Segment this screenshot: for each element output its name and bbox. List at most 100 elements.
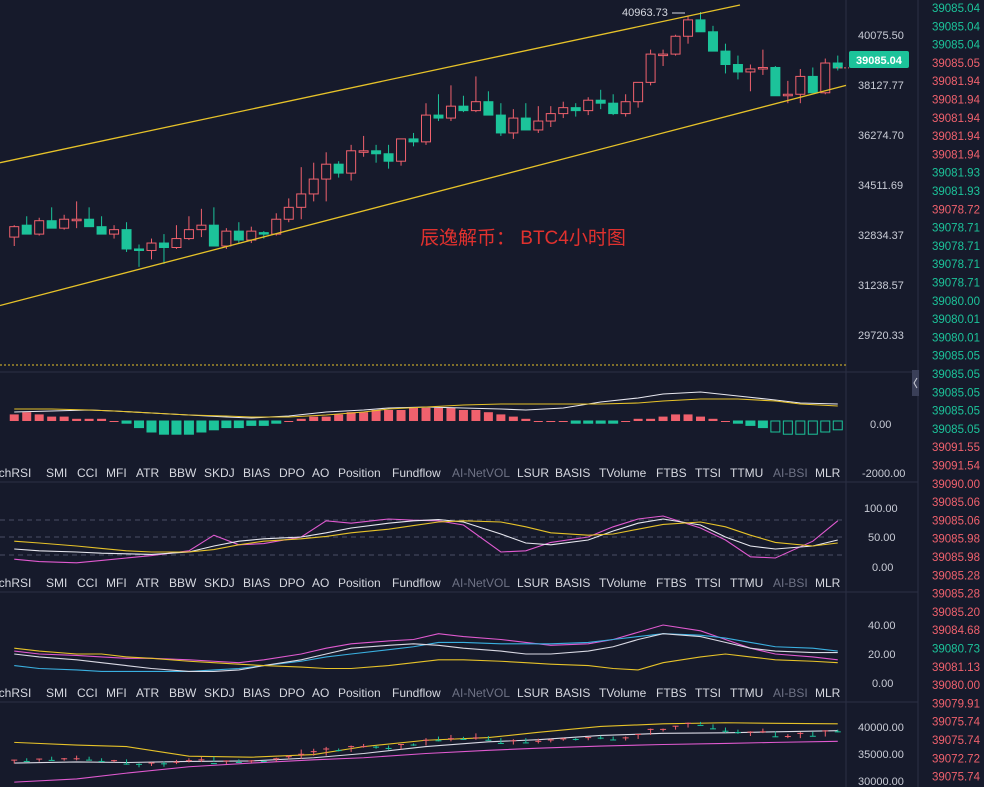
histogram-bar xyxy=(646,418,656,421)
indicator-tab-position[interactable]: Position xyxy=(338,686,381,700)
price-axis-label: 38127.77 xyxy=(858,80,904,92)
ticker-price: 39081.94 xyxy=(932,113,981,125)
indicator-tab-position[interactable]: Position xyxy=(338,576,381,590)
indicator-tabs-row[interactable]: ochRSI SMI CCI MFI ATR BBW SKDJ BIAS DPO AO Positi… xyxy=(0,686,841,700)
candle-body xyxy=(458,105,469,112)
indicator-tab-ai-bsi[interactable]: AI-BSI xyxy=(773,686,808,700)
indicator-tab-tvolume[interactable]: TVolume xyxy=(599,466,647,480)
indicator-tab-ttmu[interactable]: TTMU xyxy=(730,466,763,480)
indicator-tab-ai-netvol[interactable]: AI-NetVOL xyxy=(452,576,510,590)
panel2-axis-label: 100.00 xyxy=(864,503,898,515)
indicator-tab-ochrsi[interactable]: ochRSI xyxy=(0,466,31,480)
candle-body xyxy=(545,113,556,122)
indicator-tab-atr[interactable]: ATR xyxy=(136,576,159,590)
indicator-tab-fundflow[interactable]: Fundflow xyxy=(392,576,441,590)
indicator-tab-mlr[interactable]: MLR xyxy=(815,686,841,700)
price-ticker-list[interactable]: 39085.04 39085.04 39085.04 39085.05 39081.94… xyxy=(932,3,981,784)
indicator-tab-ftbs[interactable]: FTBS xyxy=(656,576,687,590)
indicator-tab-dpo[interactable]: DPO xyxy=(279,576,305,590)
indicator-tab-atr[interactable]: ATR xyxy=(136,466,159,480)
indicator-tab-lsur[interactable]: LSUR xyxy=(517,466,549,480)
indicator-tab-ao[interactable]: AO xyxy=(312,466,329,480)
ticker-price: 39085.04 xyxy=(932,21,981,33)
candle-body xyxy=(158,242,169,248)
indicator-tab-bbw[interactable]: BBW xyxy=(169,466,197,480)
indicator-tab-cci[interactable]: CCI xyxy=(77,576,98,590)
candle-body xyxy=(595,99,606,104)
indicator-tab-bias[interactable]: BIAS xyxy=(243,686,270,700)
indicator-tab-dpo[interactable]: DPO xyxy=(279,686,305,700)
indicator-tab-bias[interactable]: BIAS xyxy=(243,576,270,590)
indicator-tab-basis[interactable]: BASIS xyxy=(555,576,590,590)
indicator-tab-ai-netvol[interactable]: AI-NetVOL xyxy=(452,466,510,480)
indicator-tab-bbw[interactable]: BBW xyxy=(169,576,197,590)
indicator-tab-basis[interactable]: BASIS xyxy=(555,686,590,700)
indicator-tab-basis[interactable]: BASIS xyxy=(555,466,590,480)
indicator-tabs-row[interactable]: ochRSI SMI CCI MFI ATR BBW SKDJ BIAS DPO AO Positi… xyxy=(0,576,841,590)
candle-body xyxy=(620,101,631,115)
candle-body xyxy=(795,75,806,95)
histogram-bar xyxy=(558,421,568,422)
indicator-tab-mfi[interactable]: MFI xyxy=(106,466,127,480)
indicator-tab-fundflow[interactable]: Fundflow xyxy=(392,466,441,480)
candle-body xyxy=(820,62,831,94)
histogram-bar xyxy=(745,420,756,426)
indicator-tab-position[interactable]: Position xyxy=(338,466,381,480)
indicator-tab-skdj[interactable]: SKDJ xyxy=(204,466,235,480)
candle-body xyxy=(832,62,843,69)
indicator-tab-skdj[interactable]: SKDJ xyxy=(204,576,235,590)
indicator-tab-dpo[interactable]: DPO xyxy=(279,466,305,480)
indicator-tab-ttmu[interactable]: TTMU xyxy=(730,576,763,590)
indicator-tab-cci[interactable]: CCI xyxy=(77,466,98,480)
candle-body xyxy=(46,220,57,229)
indicator-tab-tvolume[interactable]: TVolume xyxy=(599,576,647,590)
histogram-bar xyxy=(97,418,107,421)
indicator-tab-smi[interactable]: SMI xyxy=(46,576,67,590)
indicator-tab-ttmu[interactable]: TTMU xyxy=(730,686,763,700)
histogram-bar xyxy=(595,420,606,424)
indicator-tab-ai-bsi[interactable]: AI-BSI xyxy=(773,466,808,480)
indicator-tabs-row[interactable]: ochRSI SMI CCI MFI ATR BBW SKDJ BIAS DPO AO Positi… xyxy=(0,466,841,480)
indicator-tab-ttsi[interactable]: TTSI xyxy=(695,466,721,480)
indicator-tab-fundflow[interactable]: Fundflow xyxy=(392,686,441,700)
candle-body xyxy=(183,229,194,240)
candle-body xyxy=(358,150,369,153)
indicator-tab-cci[interactable]: CCI xyxy=(77,686,98,700)
candle-body xyxy=(9,226,20,238)
indicator-tab-ttsi[interactable]: TTSI xyxy=(695,576,721,590)
indicator-tab-ftbs[interactable]: FTBS xyxy=(656,466,687,480)
indicator-tab-bias[interactable]: BIAS xyxy=(243,466,270,480)
candle-body xyxy=(757,66,768,70)
indicator-tab-ftbs[interactable]: FTBS xyxy=(656,686,687,700)
panel2-axis-label: 0.00 xyxy=(872,562,893,574)
indicator-tab-smi[interactable]: SMI xyxy=(46,466,67,480)
ticker-price: 39081.93 xyxy=(932,186,980,198)
indicator-tab-mlr[interactable]: MLR xyxy=(815,576,841,590)
indicator-tab-ai-netvol[interactable]: AI-NetVOL xyxy=(452,686,510,700)
histogram-bar xyxy=(708,418,718,421)
candle-body xyxy=(645,53,656,83)
indicator-tab-bbw[interactable]: BBW xyxy=(169,686,197,700)
ticker-price: 39081.94 xyxy=(932,149,981,161)
indicator-tab-ao[interactable]: AO xyxy=(312,576,329,590)
indicator-tab-mfi[interactable]: MFI xyxy=(106,576,127,590)
indicator-tab-mfi[interactable]: MFI xyxy=(106,686,127,700)
indicator-tab-ttsi[interactable]: TTSI xyxy=(695,686,721,700)
indicator-tab-ai-bsi[interactable]: AI-BSI xyxy=(773,576,808,590)
ticker-price: 39072.72 xyxy=(932,753,980,765)
chart-canvas[interactable]: 辰逸解币： BTC4小时图 40963.73 40075.50 38127.77… xyxy=(0,0,984,787)
indicator-tab-lsur[interactable]: LSUR xyxy=(517,576,549,590)
histogram-bar xyxy=(146,420,157,433)
candle-body xyxy=(333,163,344,174)
indicator-tab-mlr[interactable]: MLR xyxy=(815,466,841,480)
indicator-tab-skdj[interactable]: SKDJ xyxy=(204,686,235,700)
indicator-tab-tvolume[interactable]: TVolume xyxy=(599,686,647,700)
indicator-tab-atr[interactable]: ATR xyxy=(136,686,159,700)
indicator-tab-smi[interactable]: SMI xyxy=(46,686,67,700)
indicator-tab-ochrsi[interactable]: ochRSI xyxy=(0,576,31,590)
indicator-tab-lsur[interactable]: LSUR xyxy=(517,686,549,700)
indicator-tab-ochrsi[interactable]: ochRSI xyxy=(0,686,31,700)
indicator-tab-ao[interactable]: AO xyxy=(312,686,329,700)
histogram-bar xyxy=(496,414,506,421)
panel-collapse-handle[interactable] xyxy=(912,370,919,396)
